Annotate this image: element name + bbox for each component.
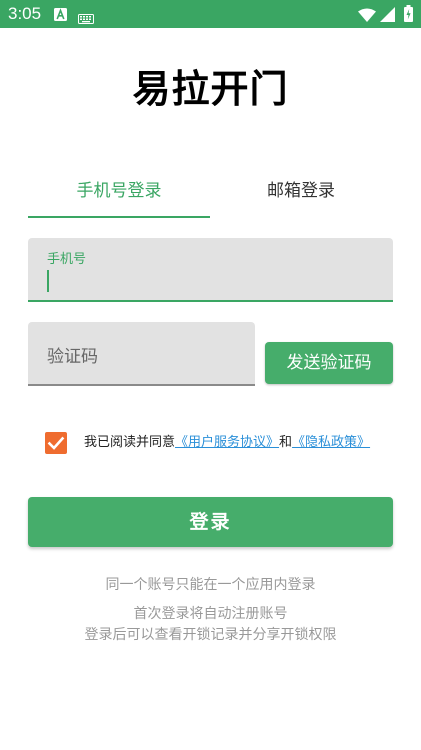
- text-cursor: [47, 270, 49, 292]
- privacy-policy-link[interactable]: 《隐私政策》: [292, 435, 370, 450]
- wifi-icon: [358, 7, 376, 26]
- phone-input-label: 手机号: [47, 252, 87, 267]
- tab-email-login[interactable]: 邮箱登录: [210, 176, 392, 218]
- agreement-text: 我已阅读并同意《用户服务协议》和《隐私政策》: [84, 433, 370, 453]
- status-bar: 3:05: [0, 0, 421, 28]
- login-button[interactable]: 登录: [28, 497, 393, 547]
- app-title: 易拉开门: [132, 67, 289, 111]
- battery-icon: [404, 5, 413, 26]
- verification-code-input[interactable]: 验证码: [28, 322, 255, 386]
- checkmark-icon: [47, 436, 65, 450]
- cell-signal-icon: [380, 7, 395, 26]
- agreement-conjunction: 和: [279, 435, 293, 450]
- verification-code-placeholder: 验证码: [47, 347, 98, 367]
- hint-single-app: 同一个账号只能在一个应用内登录: [105, 577, 316, 593]
- keyboard-icon: [78, 9, 94, 28]
- terms-of-service-link[interactable]: 《用户服务协议》: [175, 435, 279, 450]
- phone-input[interactable]: 手机号: [28, 238, 393, 302]
- hint-view-records: 登录后可以查看开锁记录并分享开锁权限: [84, 627, 337, 643]
- hint-auto-register: 首次登录将自动注册账号: [133, 606, 288, 622]
- status-time: 3:05: [8, 4, 42, 23]
- a-notification-icon: [54, 6, 67, 25]
- agreement-prefix: 我已阅读并同意: [84, 435, 176, 450]
- tab-phone-login[interactable]: 手机号登录: [28, 176, 210, 218]
- agreement-checkbox[interactable]: [45, 432, 67, 454]
- send-code-button[interactable]: 发送验证码: [265, 342, 393, 384]
- active-tab-indicator: [28, 216, 210, 218]
